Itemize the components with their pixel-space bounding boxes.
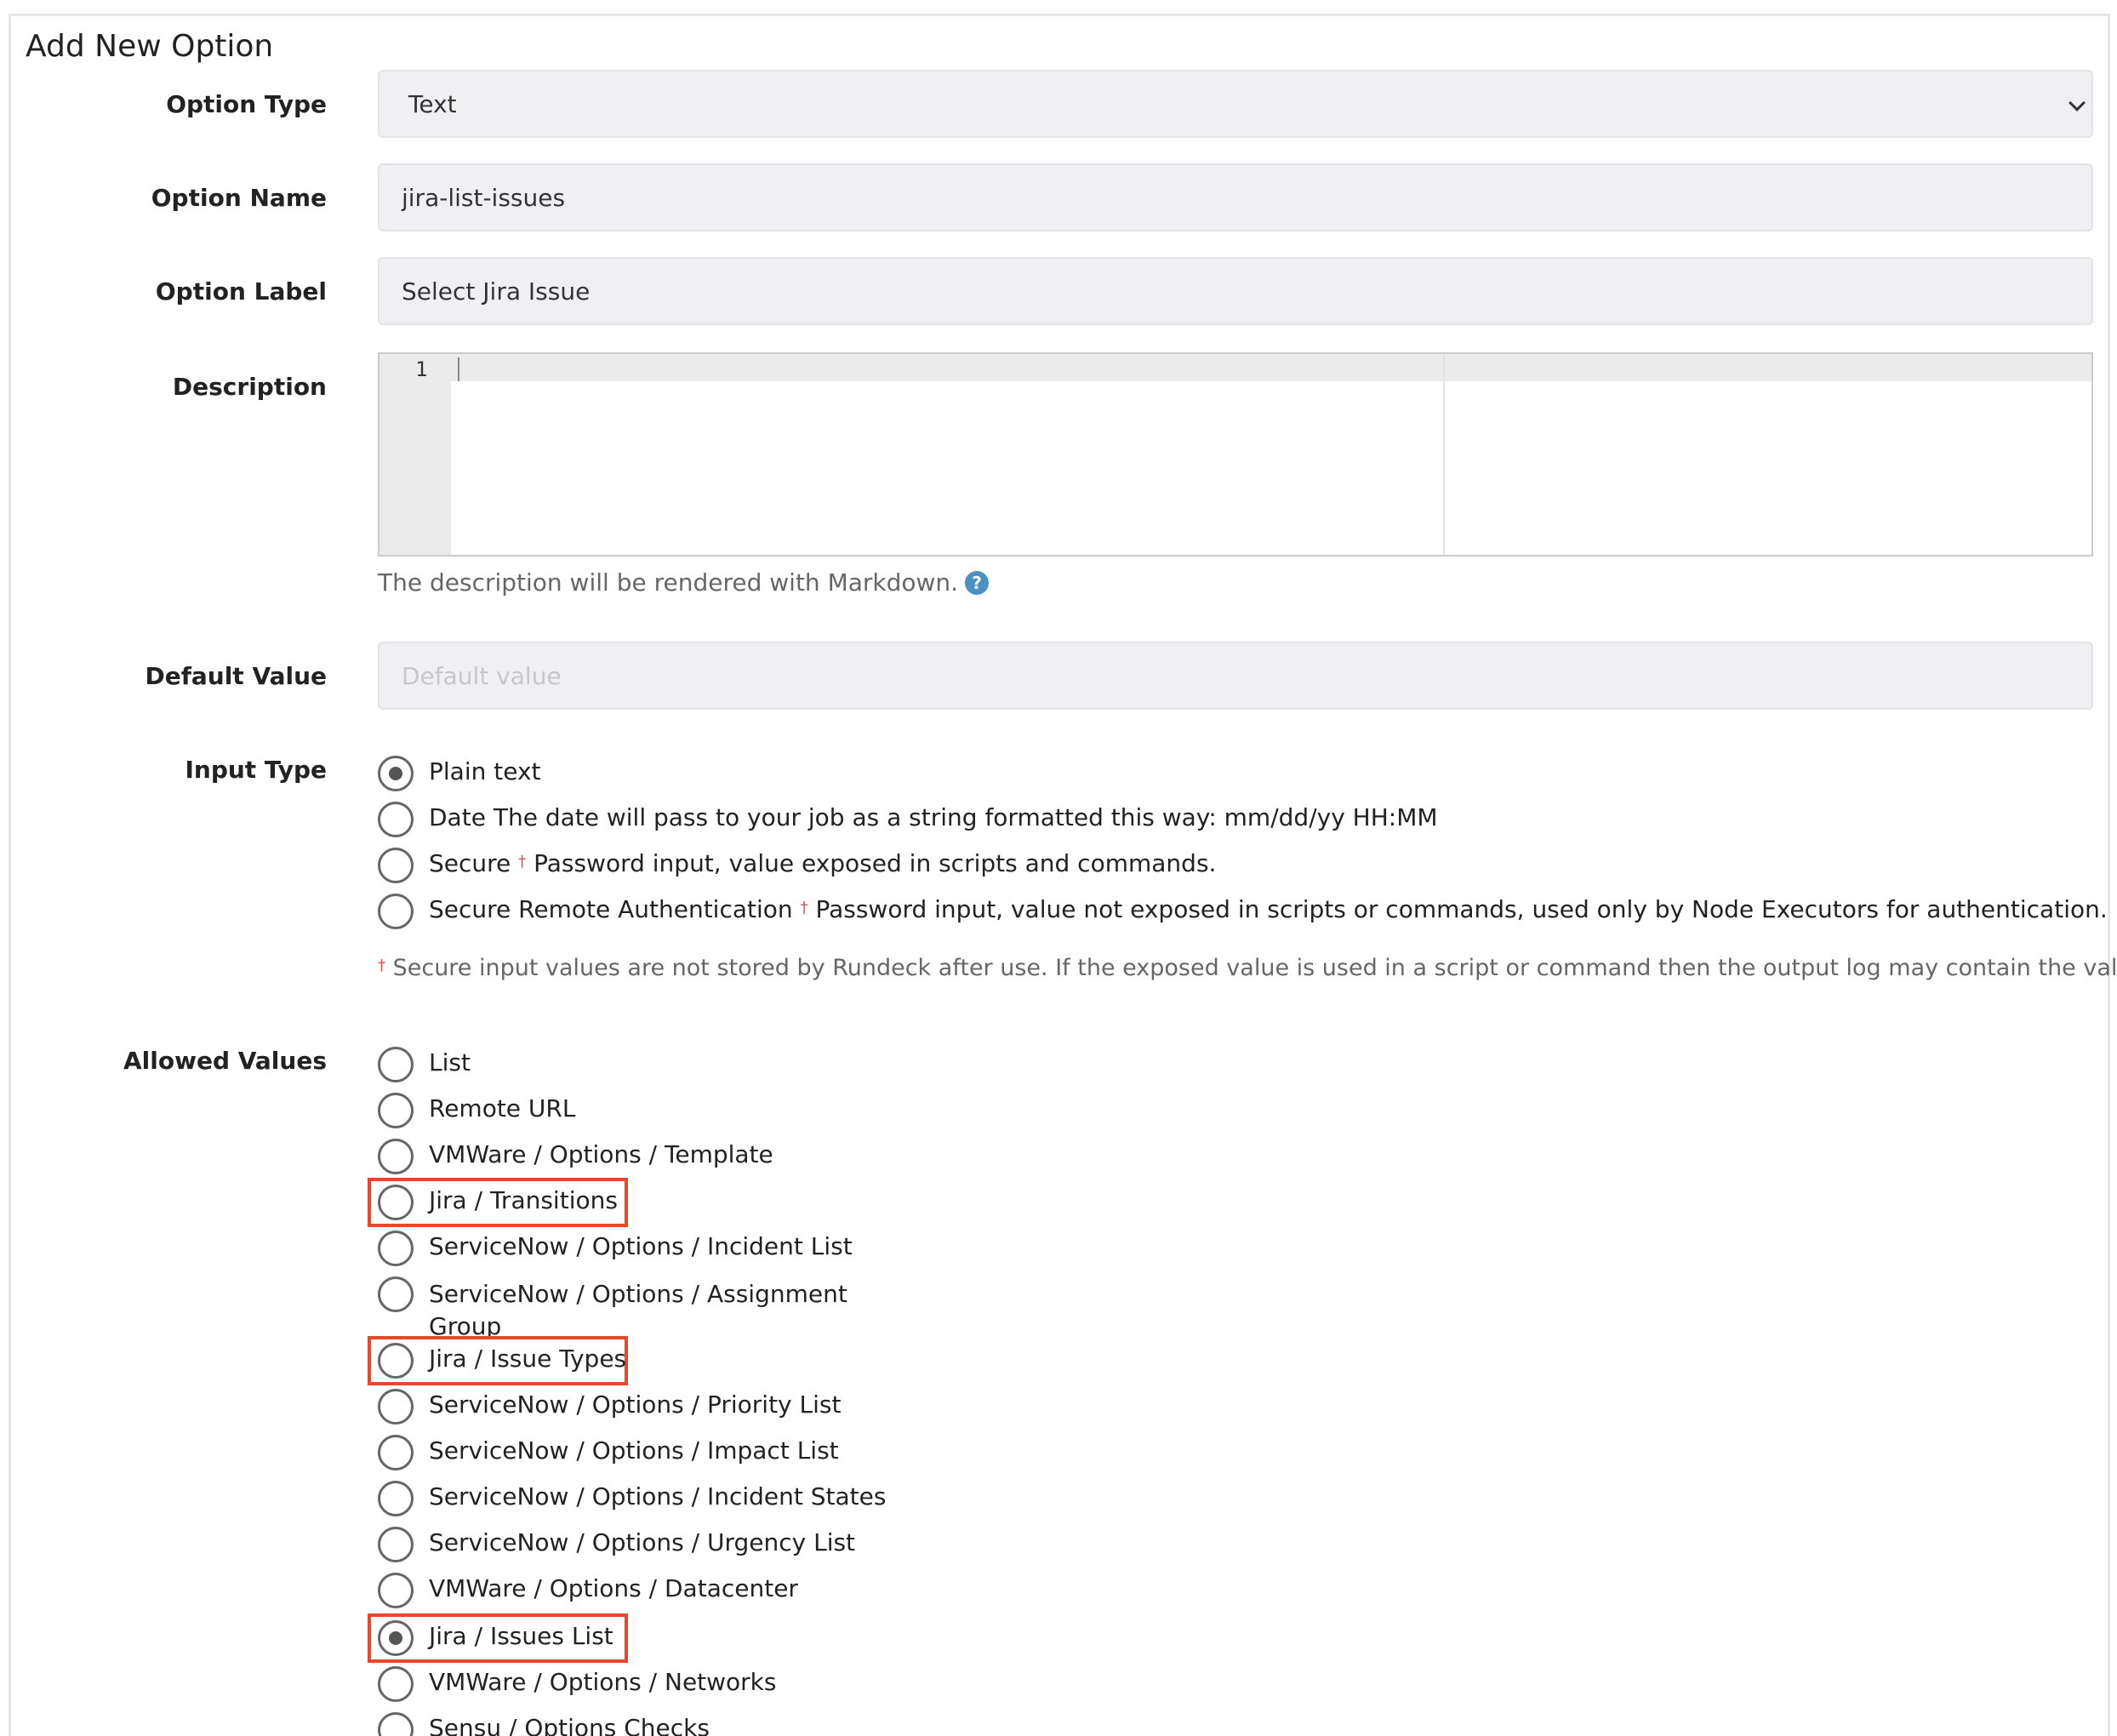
option-type-value: Text [408, 90, 457, 118]
editor-gutter [379, 354, 451, 555]
radio-icon[interactable] [378, 1093, 414, 1128]
dagger-icon: † [378, 957, 385, 974]
radio-icon[interactable] [378, 1185, 414, 1220]
radio-label: ServiceNow / Options / Incident List [429, 1232, 853, 1260]
radio-label: Date The date will pass to your job as a… [429, 803, 1438, 831]
option-type-select[interactable]: Text [378, 70, 2093, 138]
option-type-label: Option Type [166, 90, 327, 118]
radio-label: Plain text [429, 757, 541, 785]
allowed-values-label: Allowed Values [123, 1047, 327, 1075]
editor-cursor [458, 357, 459, 381]
radio-icon[interactable] [378, 1343, 414, 1379]
radio-label: VMWare / Options / Datacenter [429, 1574, 798, 1602]
radio-label: Secure † Password input, value exposed i… [429, 849, 1216, 877]
radio-label: List [429, 1048, 471, 1076]
radio-label: ServiceNow / Options / Urgency List [429, 1528, 856, 1556]
editor-active-line [451, 354, 2091, 381]
secure-input-note: † Secure input values are not stored by … [378, 955, 2117, 981]
radio-icon[interactable] [378, 1047, 414, 1082]
radio-checked-icon[interactable] [378, 756, 414, 791]
secure-input-note-text: Secure input values are not stored by Ru… [392, 955, 2117, 981]
description-label: Description [172, 373, 327, 401]
input-type-label: Input Type [185, 756, 327, 784]
radio-desc: Password input, value not exposed in scr… [815, 895, 2108, 923]
radio-icon[interactable] [378, 1666, 414, 1702]
option-label-value: Select Jira Issue [402, 277, 591, 306]
radio-label: VMWare / Options / Networks [429, 1668, 777, 1696]
radio-label: ServiceNow / Options / Impact List [429, 1436, 839, 1465]
radio-checked-icon[interactable] [378, 1620, 414, 1656]
option-name-label: Option Name [151, 184, 327, 212]
editor-print-margin [1443, 354, 1445, 555]
radio-icon[interactable] [378, 1573, 414, 1608]
radio-icon[interactable] [378, 894, 414, 929]
radio-label: ServiceNow / Options / Priority List [429, 1391, 842, 1419]
option-name-input[interactable]: jira-list-issues [378, 163, 2093, 231]
description-editor[interactable]: 1 [378, 352, 2093, 557]
description-help: The description will be rendered with Ma… [378, 568, 990, 597]
radio-icon[interactable] [378, 848, 414, 883]
radio-label: ServiceNow / Options / Incident States [429, 1482, 887, 1510]
radio-label: ServiceNow / Options / Assignment Group [429, 1280, 847, 1340]
option-label-label: Option Label [155, 277, 327, 306]
radio-icon[interactable] [378, 1139, 414, 1174]
radio-icon[interactable] [378, 1231, 414, 1266]
help-icon[interactable]: ? [965, 571, 990, 595]
option-label-input[interactable]: Select Jira Issue [378, 257, 2093, 325]
radio-name: Secure Remote Authentication [429, 895, 793, 923]
option-name-value: jira-list-issues [402, 184, 566, 212]
radio-label: Sensu / Options Checks [429, 1714, 710, 1736]
default-value-placeholder: Default value [402, 662, 562, 690]
dagger-icon: † [518, 853, 527, 871]
radio-label: Remote URL [429, 1094, 576, 1122]
radio-icon[interactable] [378, 1276, 414, 1312]
radio-desc: The date will pass to your job as a stri… [493, 803, 1438, 831]
radio-name: Date [429, 803, 486, 831]
radio-label: VMWare / Options / Template [429, 1140, 773, 1168]
page-title: Add New Option [26, 29, 274, 64]
radio-label: Secure Remote Authentication † Password … [429, 895, 2108, 923]
radio-name: Secure [429, 849, 511, 877]
radio-icon[interactable] [378, 1481, 414, 1516]
radio-label: Jira / Issue Types [429, 1345, 627, 1373]
radio-icon[interactable] [378, 1527, 414, 1562]
chevron-down-icon [2068, 94, 2086, 111]
radio-label: Jira / Issues List [429, 1622, 613, 1650]
radio-icon[interactable] [378, 1389, 414, 1425]
radio-icon[interactable] [378, 1435, 414, 1470]
radio-desc: Password input, value exposed in scripts… [534, 849, 1217, 877]
radio-icon[interactable] [378, 802, 414, 837]
editor-line-number: 1 [415, 357, 428, 381]
default-value-input[interactable]: Default value [378, 642, 2093, 710]
description-help-text: The description will be rendered with Ma… [378, 568, 959, 597]
radio-label: Jira / Transitions [429, 1186, 618, 1214]
default-value-label: Default Value [145, 662, 327, 690]
dagger-icon: † [800, 899, 808, 917]
